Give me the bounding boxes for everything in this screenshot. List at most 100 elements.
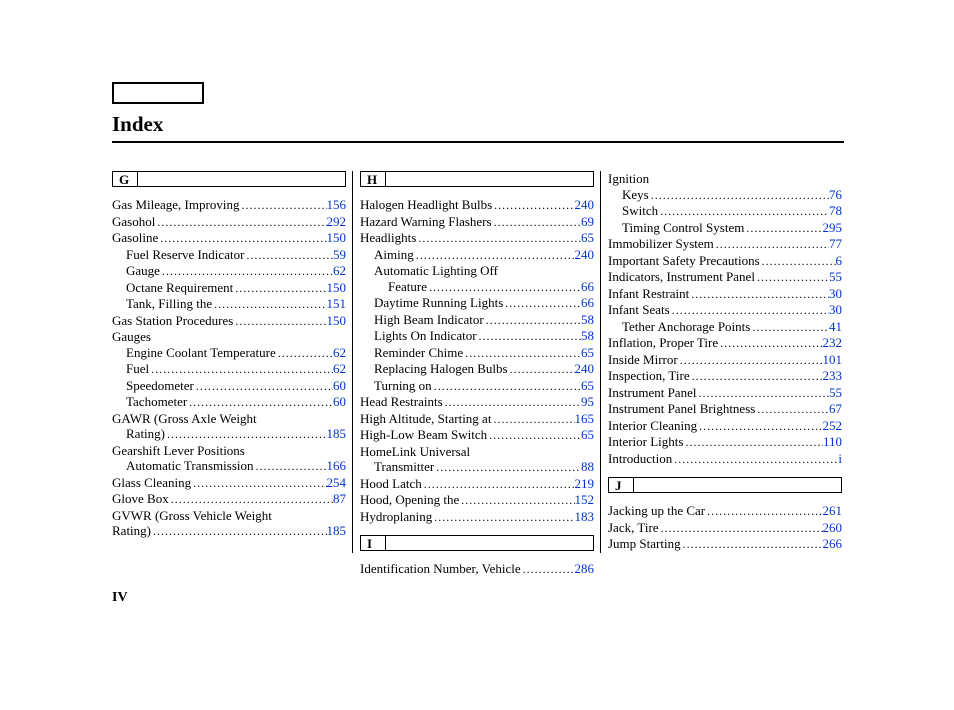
- page-link[interactable]: 252: [823, 418, 843, 434]
- index-entry: Infant Seats30: [608, 302, 842, 319]
- index-entry: Gas Station Procedures 150: [112, 313, 346, 330]
- letter-heading-i: I: [360, 535, 594, 551]
- leader-dots: [443, 395, 581, 411]
- page-link[interactable]: 78: [829, 203, 842, 219]
- index-entry-label: Automatic Transmission: [126, 458, 254, 474]
- index-entry-label: Gas Mileage, Improving: [112, 197, 239, 213]
- page-link[interactable]: 292: [327, 214, 347, 230]
- page-content: Index GGas Mileage, Improving156Gasohol2…: [112, 82, 844, 578]
- page-link[interactable]: 88: [581, 459, 594, 475]
- index-entry: Glass Cleaning254: [112, 475, 346, 492]
- index-entry: Turning on 65: [360, 378, 594, 395]
- page-link[interactable]: 166: [327, 458, 347, 474]
- page-link[interactable]: 261: [823, 503, 843, 519]
- page-link[interactable]: 60: [333, 378, 346, 394]
- page-link[interactable]: 62: [333, 361, 346, 377]
- page-link[interactable]: 266: [823, 536, 843, 552]
- leader-dots: [244, 248, 333, 264]
- index-entry-label: Important Safety Precautions: [608, 253, 760, 269]
- page-link[interactable]: 58: [581, 312, 594, 328]
- leader-dots: [427, 280, 581, 296]
- index-entry: Reminder Chime65: [360, 345, 594, 362]
- index-entry-label: Instrument Panel Brightness: [608, 401, 755, 417]
- leader-dots: [689, 287, 829, 303]
- page-link[interactable]: 77: [829, 236, 842, 252]
- page-link[interactable]: 185: [327, 523, 347, 539]
- page-link[interactable]: 240: [575, 247, 595, 263]
- page-link[interactable]: 240: [575, 361, 595, 377]
- page-link[interactable]: 66: [581, 295, 594, 311]
- page-link[interactable]: 150: [327, 313, 347, 329]
- page-link[interactable]: 30: [829, 302, 842, 318]
- page-link[interactable]: 65: [581, 378, 594, 394]
- page-link[interactable]: 95: [581, 394, 594, 410]
- page-link[interactable]: 59: [333, 247, 346, 263]
- leader-dots: [434, 460, 581, 476]
- page-link[interactable]: 240: [575, 197, 595, 213]
- leader-dots: [477, 329, 581, 345]
- index-entry-label: Tachometer: [126, 394, 187, 410]
- index-entry: HomeLink Universal: [360, 444, 594, 460]
- page-link[interactable]: 152: [575, 492, 595, 508]
- page-link[interactable]: 55: [829, 385, 842, 401]
- page-link[interactable]: 62: [333, 345, 346, 361]
- index-entry-label: Ignition: [608, 171, 649, 187]
- letter-heading-j: J: [608, 477, 842, 493]
- leader-dots: [432, 510, 574, 526]
- index-entry-label: Identification Number, Vehicle: [360, 561, 521, 577]
- page-link[interactable]: 233: [823, 368, 843, 384]
- page-link[interactable]: 60: [333, 394, 346, 410]
- index-entry-label: Aiming: [374, 247, 414, 263]
- index-entry-label: Gas Station Procedures: [112, 313, 233, 329]
- page-link[interactable]: 295: [823, 220, 843, 236]
- index-entry-label: Gauge: [126, 263, 160, 279]
- page-link[interactable]: 6: [836, 253, 843, 269]
- page-link[interactable]: 65: [581, 230, 594, 246]
- page-link[interactable]: 156: [327, 197, 347, 213]
- page-link[interactable]: 260: [823, 520, 843, 536]
- index-entry: Rating)185: [112, 523, 346, 540]
- leader-dots: [683, 435, 823, 451]
- page-link[interactable]: 165: [575, 411, 595, 427]
- page-link[interactable]: 232: [823, 335, 843, 351]
- page-link[interactable]: 30: [829, 286, 842, 302]
- page-link[interactable]: 55: [829, 269, 842, 285]
- page-link[interactable]: i: [838, 451, 842, 467]
- index-entry-label: Rating): [126, 426, 165, 442]
- page-link[interactable]: 76: [829, 187, 842, 203]
- page-link[interactable]: 110: [823, 434, 842, 450]
- leader-dots: [492, 198, 574, 214]
- index-entry-label: Interior Cleaning: [608, 418, 697, 434]
- page-link[interactable]: 62: [333, 263, 346, 279]
- leader-dots: [459, 493, 574, 509]
- index-entry: Tank, Filling the151: [112, 296, 346, 313]
- page-link[interactable]: 101: [823, 352, 843, 368]
- page-link[interactable]: 219: [575, 476, 595, 492]
- page-link[interactable]: 87: [333, 491, 346, 507]
- page-link[interactable]: 41: [829, 319, 842, 335]
- leader-dots: [239, 198, 326, 214]
- page-link[interactable]: 67: [829, 401, 842, 417]
- page-link[interactable]: 65: [581, 427, 594, 443]
- index-entry: Gasoline150: [112, 230, 346, 247]
- index-entry: Instrument Panel Brightness 67: [608, 401, 842, 418]
- leader-dots: [697, 419, 822, 435]
- page-link[interactable]: 254: [327, 475, 347, 491]
- page-link[interactable]: 65: [581, 345, 594, 361]
- index-entry-label: Jack, Tire: [608, 520, 659, 536]
- page-link[interactable]: 150: [327, 280, 347, 296]
- page-link[interactable]: 69: [581, 214, 594, 230]
- index-entry: Halogen Headlight Bulbs240: [360, 197, 594, 214]
- index-entry-label: Turning on: [374, 378, 432, 394]
- page-link[interactable]: 150: [327, 230, 347, 246]
- page-link[interactable]: 185: [327, 426, 347, 442]
- page-link[interactable]: 286: [575, 561, 595, 577]
- index-entry-label: Head Restraints: [360, 394, 443, 410]
- page-link[interactable]: 183: [575, 509, 595, 525]
- page-link[interactable]: 66: [581, 279, 594, 295]
- page-number-footer: IV: [112, 590, 128, 606]
- index-entry-label: Hood Latch: [360, 476, 422, 492]
- index-entry: Hood Latch 219: [360, 476, 594, 493]
- page-link[interactable]: 151: [327, 296, 347, 312]
- page-link[interactable]: 58: [581, 328, 594, 344]
